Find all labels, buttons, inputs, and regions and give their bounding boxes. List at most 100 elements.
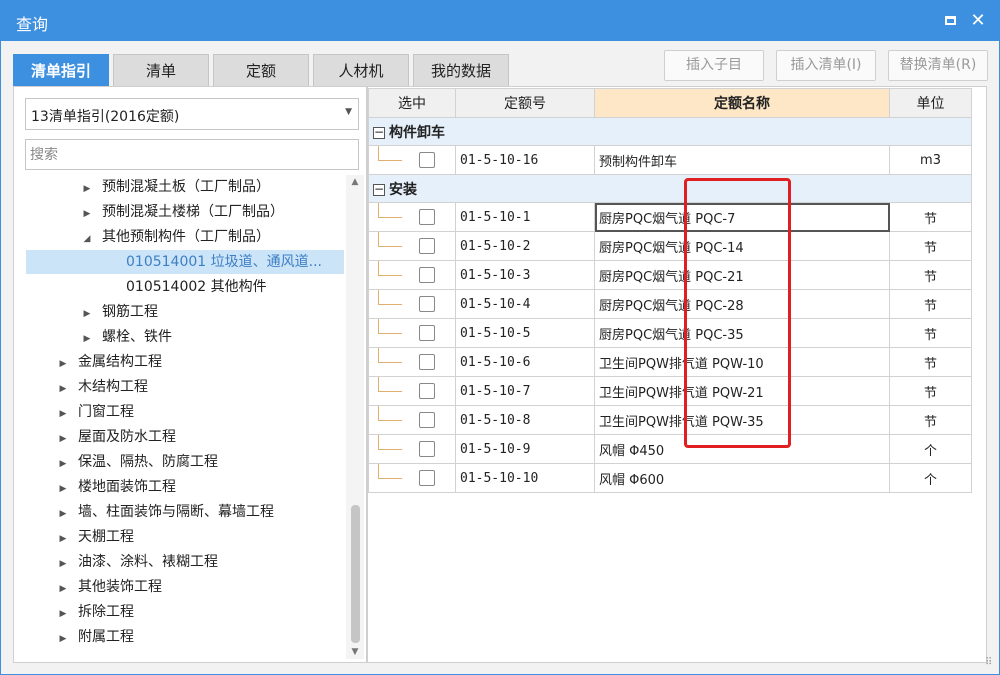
title-bar[interactable]: 查询 ✕ [1, 1, 999, 41]
tree-item[interactable]: ◢ 其他预制构件（工厂制品） [14, 225, 270, 249]
table-row[interactable]: 01-5-10-10 风帽 Φ600 个 [368, 463, 972, 493]
library-dropdown[interactable]: 13清单指引(2016定额) ▼ [25, 98, 359, 130]
row-checkbox[interactable] [419, 470, 435, 486]
table-row[interactable]: 01-5-10-2 厨房PQC烟气道 PQC-14 节 [368, 231, 972, 261]
name-cell[interactable]: 风帽 Φ450 [594, 434, 890, 464]
name-cell[interactable]: 厨房PQC烟气道 PQC-35 [594, 318, 890, 348]
name-cell[interactable]: 厨房PQC烟气道 PQC-21 [594, 260, 890, 290]
name-cell[interactable]: 卫生间PQW排气道 PQW-10 [594, 347, 890, 377]
tab-labor-material-machine[interactable]: 人材机 [313, 54, 409, 86]
collapsed-arrow-icon[interactable]: ▶ [56, 452, 70, 476]
collapsed-arrow-icon[interactable]: ▶ [56, 352, 70, 376]
collapsed-arrow-icon[interactable]: ▶ [56, 627, 70, 651]
collapsed-arrow-icon[interactable]: ▶ [56, 402, 70, 426]
row-checkbox[interactable] [419, 267, 435, 283]
collapsed-arrow-icon[interactable]: ▶ [80, 202, 94, 226]
tree-item[interactable]: ▶ 其他装饰工程 [14, 575, 162, 599]
row-checkbox[interactable] [419, 441, 435, 457]
name-cell[interactable]: 厨房PQC烟气道 PQC-14 [594, 231, 890, 261]
table-row[interactable]: 01-5-10-3 厨房PQC烟气道 PQC-21 节 [368, 260, 972, 290]
unit-cell: 节 [889, 376, 972, 406]
tree-item[interactable]: ▶ 油漆、涂料、裱糊工程 [14, 550, 218, 574]
insert-child-button[interactable]: 插入子目 [664, 50, 764, 81]
collapse-icon[interactable]: − [373, 126, 385, 139]
unit-cell: 节 [889, 405, 972, 435]
replace-list-button[interactable]: 替换清单(R) [888, 50, 988, 81]
name-cell[interactable]: 卫生间PQW排气道 PQW-21 [594, 376, 890, 406]
group-row[interactable]: − 安装 [368, 174, 972, 203]
tree-item[interactable]: ▶ 预制混凝土楼梯（工厂制品） [14, 200, 284, 224]
table-row[interactable]: 01-5-10-16 预制构件卸车 m3 [368, 145, 972, 175]
collapsed-arrow-icon[interactable]: ▶ [56, 527, 70, 551]
tree-item[interactable]: ▶ 楼地面装饰工程 [14, 475, 176, 499]
collapsed-arrow-icon[interactable]: ▶ [56, 602, 70, 626]
row-checkbox[interactable] [419, 412, 435, 428]
tree-item[interactable]: ▶ 附属工程 [14, 625, 134, 649]
row-checkbox[interactable] [419, 209, 435, 225]
scrollbar-thumb[interactable] [351, 505, 360, 643]
row-checkbox[interactable] [419, 354, 435, 370]
tree-item-label: 油漆、涂料、裱糊工程 [78, 554, 218, 570]
tab-list-guide[interactable]: 清单指引 [13, 54, 109, 86]
collapsed-arrow-icon[interactable]: ▶ [80, 327, 94, 351]
row-checkbox[interactable] [419, 238, 435, 254]
row-checkbox[interactable] [419, 383, 435, 399]
header-code[interactable]: 定额号 [455, 88, 595, 118]
table-row[interactable]: 01-5-10-1 厨房PQC烟气道 PQC-7 节 [368, 202, 972, 232]
close-button[interactable]: ✕ [967, 10, 989, 32]
table-row[interactable]: 01-5-10-8 卫生间PQW排气道 PQW-35 节 [368, 405, 972, 435]
row-checkbox[interactable] [419, 325, 435, 341]
name-cell[interactable]: 厨房PQC烟气道 PQC-7 [594, 202, 890, 232]
header-unit[interactable]: 单位 [889, 88, 972, 118]
expanded-arrow-icon[interactable]: ◢ [80, 227, 94, 251]
insert-list-button[interactable]: 插入清单(I) [776, 50, 876, 81]
header-select[interactable]: 选中 [368, 88, 456, 118]
table-row[interactable]: 01-5-10-6 卫生间PQW排气道 PQW-10 节 [368, 347, 972, 377]
collapsed-arrow-icon[interactable]: ▶ [56, 377, 70, 401]
collapsed-arrow-icon[interactable]: ▶ [80, 302, 94, 326]
group-row[interactable]: − 构件卸车 [368, 117, 972, 146]
header-name[interactable]: 定额名称 [594, 88, 890, 118]
tab-my-data[interactable]: 我的数据 [413, 54, 509, 86]
scroll-down-icon[interactable]: ▼ [346, 645, 364, 659]
tree-item[interactable]: ▶ 金属结构工程 [14, 350, 162, 374]
collapsed-arrow-icon[interactable]: ▶ [80, 177, 94, 201]
tree-item[interactable]: ▶ 钢筋工程 [14, 300, 158, 324]
tree-item[interactable]: 010514001 垃圾道、通风道... [26, 250, 344, 274]
tree-item[interactable]: ▶ 木结构工程 [14, 375, 148, 399]
collapsed-arrow-icon[interactable]: ▶ [56, 577, 70, 601]
resize-grip-icon[interactable]: ⠿ [985, 658, 992, 668]
collapsed-arrow-icon[interactable]: ▶ [56, 552, 70, 576]
search-input[interactable] [25, 139, 359, 170]
tree-item[interactable]: ▶ 门窗工程 [14, 400, 134, 424]
name-cell[interactable]: 风帽 Φ600 [594, 463, 890, 493]
tree-item[interactable]: ▶ 拆除工程 [14, 600, 134, 624]
tree-item[interactable]: ▶ 保温、隔热、防腐工程 [14, 450, 218, 474]
tree-item[interactable]: ▶ 天棚工程 [14, 525, 134, 549]
code-cell: 01-5-10-2 [455, 231, 595, 261]
tree-item[interactable]: ▶ 屋面及防水工程 [14, 425, 176, 449]
scroll-up-icon[interactable]: ▲ [346, 175, 364, 189]
maximize-button[interactable] [939, 10, 961, 32]
tree-item[interactable]: ▶ 螺栓、铁件 [14, 325, 172, 349]
table-row[interactable]: 01-5-10-7 卫生间PQW排气道 PQW-21 节 [368, 376, 972, 406]
row-checkbox[interactable] [419, 296, 435, 312]
table-row[interactable]: 01-5-10-5 厨房PQC烟气道 PQC-35 节 [368, 318, 972, 348]
collapsed-arrow-icon[interactable]: ▶ [56, 477, 70, 501]
collapsed-arrow-icon[interactable]: ▶ [56, 427, 70, 451]
tree-scrollbar[interactable]: ▲ ▼ [346, 175, 364, 659]
tree-item[interactable]: 010514002 其他构件 [14, 275, 267, 299]
tab-list[interactable]: 清单 [113, 54, 209, 86]
table-row[interactable]: 01-5-10-9 风帽 Φ450 个 [368, 434, 972, 464]
table-row[interactable]: 01-5-10-4 厨房PQC烟气道 PQC-28 节 [368, 289, 972, 319]
group-label: 构件卸车 [389, 124, 445, 141]
name-cell[interactable]: 预制构件卸车 [594, 145, 890, 175]
tab-quota[interactable]: 定额 [213, 54, 309, 86]
collapsed-arrow-icon[interactable]: ▶ [56, 502, 70, 526]
row-checkbox[interactable] [419, 152, 435, 168]
tree-item[interactable]: ▶ 预制混凝土板（工厂制品） [14, 175, 270, 199]
tree-item[interactable]: ▶ 墙、柱面装饰与隔断、幕墙工程 [14, 500, 274, 524]
name-cell[interactable]: 厨房PQC烟气道 PQC-28 [594, 289, 890, 319]
collapse-icon[interactable]: − [373, 183, 385, 196]
name-cell[interactable]: 卫生间PQW排气道 PQW-35 [594, 405, 890, 435]
